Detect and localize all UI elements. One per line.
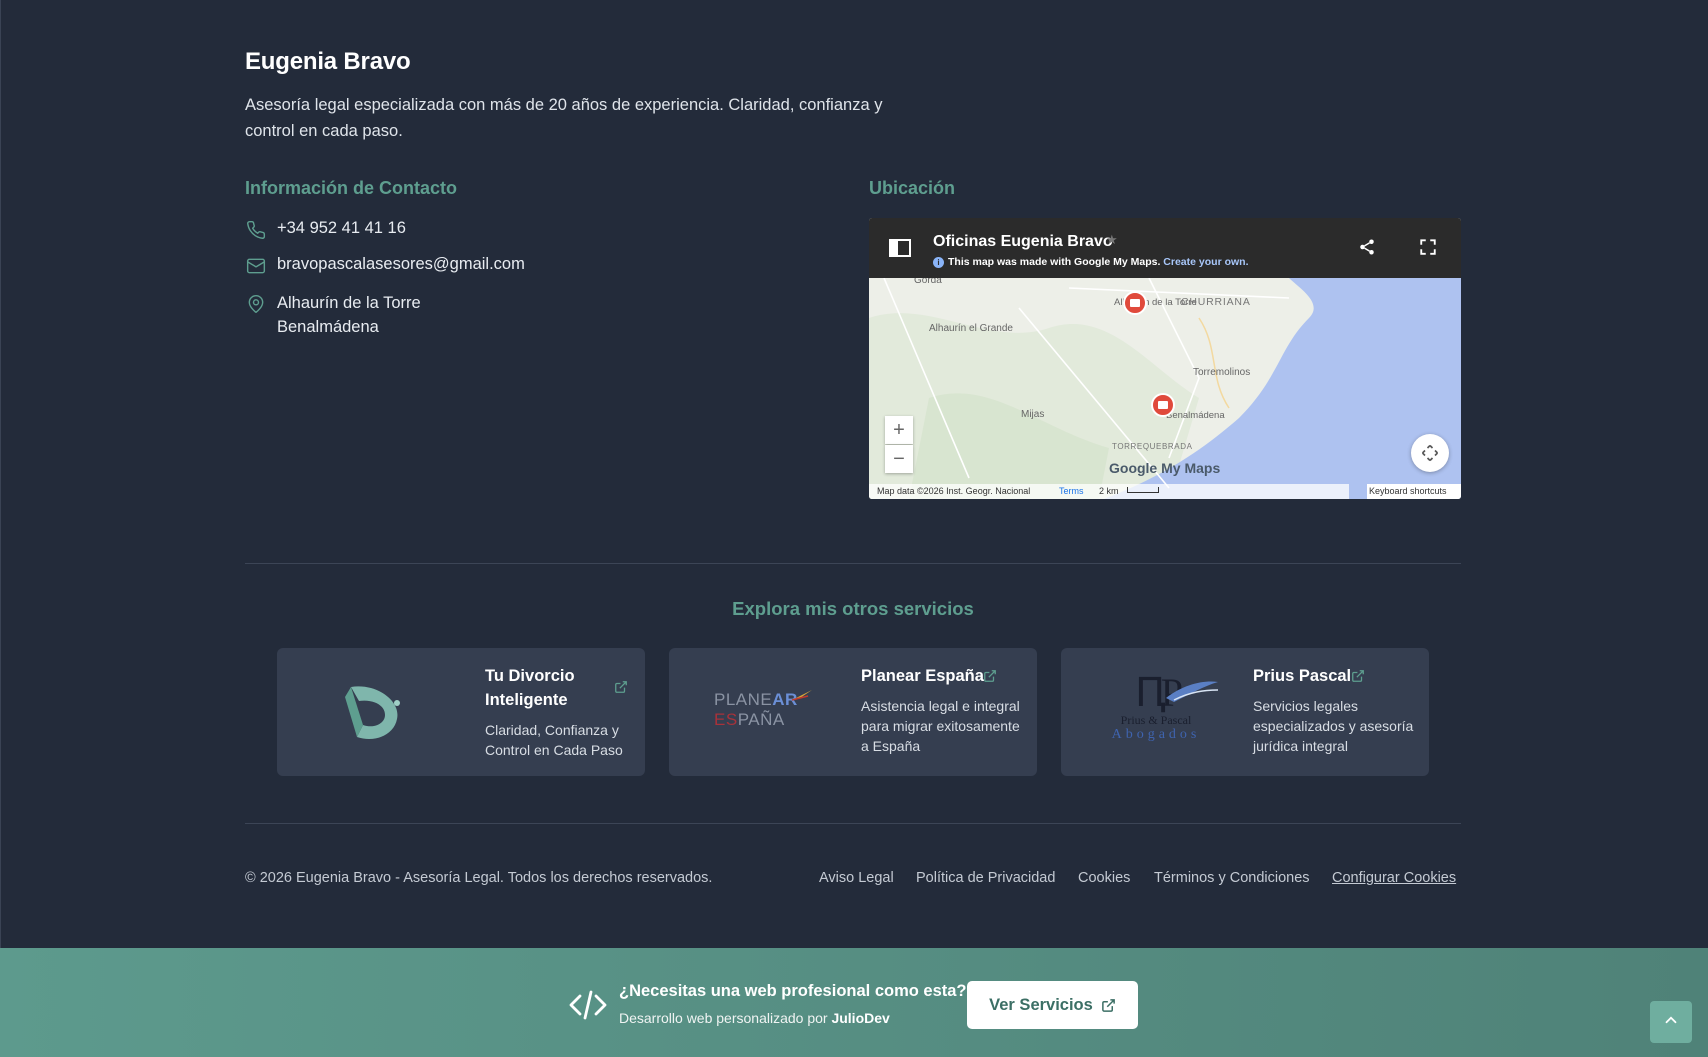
brand-tagline: Asesoría legal especializada con más de … [245, 96, 883, 140]
prius-logo-text: Prius & Pascal [1120, 713, 1192, 727]
tu-divorcio-logo [287, 658, 457, 766]
contact-locations: Alhaurín de la Torre Benalmádena [245, 291, 421, 339]
map-canvas[interactable]: Gorda Alhaurín el Grande Alhaurín de la … [869, 275, 1461, 499]
info-icon: i [933, 257, 944, 268]
office-marker-icon[interactable] [1123, 291, 1147, 315]
service-card-prius-pascal[interactable]: ԤP Prius & Pascal Abogados Prius Pascal … [1061, 648, 1429, 776]
map-label: CHURRIANA [1181, 296, 1251, 308]
service-card-planear-espana[interactable]: PLANEAR ESPAÑA Planear España Asistencia… [669, 648, 1037, 776]
service-title: Prius Pascal [1253, 667, 1352, 685]
google-my-maps-logo: Google My Maps [1109, 460, 1220, 476]
map-header: Oficinas Eugenia Bravo ★ i This map was m… [869, 218, 1461, 278]
zoom-out-button[interactable]: − [885, 445, 913, 473]
service-description: Asistencia legal e integral para migrar … [861, 698, 1020, 754]
service-title: Tu Divorcio Inteligente [485, 667, 575, 709]
zoom-in-button[interactable]: + [885, 416, 913, 444]
map-label: TORREQUEBRADA [1112, 442, 1193, 451]
promo-banner [0, 948, 1708, 1057]
contact-title: Información de Contacto [245, 178, 458, 198]
footer-divider [245, 823, 1461, 824]
map-terms-link[interactable]: Terms [1059, 486, 1084, 496]
map-notice: i This map was made with Google My Maps. … [933, 256, 1248, 268]
map-pin-icon [245, 293, 267, 315]
external-link-icon [614, 680, 628, 694]
promo-subtitle-text: Desarrollo web personalizado por [619, 1010, 828, 1026]
contact-email[interactable]: bravopascalasesores@gmail.com [245, 255, 525, 277]
map-label: Mijas [1021, 409, 1044, 420]
map-legend-toggle-icon[interactable] [889, 238, 911, 263]
ver-servicios-button[interactable]: Ver Servicios [967, 981, 1138, 1029]
service-description: Claridad, Confianza y Control en Cada Pa… [485, 722, 623, 758]
map-footer: Map data ©2026 Inst. Geogr. Nacional Ter… [869, 484, 1461, 499]
map-label: Gorda [914, 278, 942, 286]
map-title: Oficinas Eugenia Bravo [933, 233, 1113, 250]
email-address: bravopascalasesores@gmail.com [277, 255, 525, 273]
share-icon[interactable] [1358, 238, 1376, 261]
map-attribution: Map data ©2026 Inst. Geogr. Nacional [877, 486, 1031, 496]
fullscreen-icon[interactable] [1419, 238, 1437, 261]
footer-link-privacidad[interactable]: Política de Privacidad [916, 870, 1055, 886]
location-line: Alhaurín de la Torre [277, 294, 421, 312]
chevron-up-icon [1662, 1011, 1680, 1034]
map-label: Benalmádena [1166, 410, 1225, 421]
office-marker-icon[interactable] [1151, 393, 1175, 417]
footer-link-terminos[interactable]: Términos y Condiciones [1154, 870, 1310, 886]
create-map-link[interactable]: Create your own. [1163, 256, 1248, 268]
service-title: Planear España [861, 667, 984, 685]
footer-link-configurar-cookies[interactable]: Configurar Cookies [1332, 870, 1456, 886]
page-edge [0, 0, 1, 1057]
copyright-text: © 2026 Eugenia Bravo - Asesoría Legal. T… [245, 870, 713, 886]
contact-phone[interactable]: +34 952 41 41 16 [245, 219, 406, 241]
phone-icon [245, 219, 267, 241]
promo-question: ¿Necesitas una web profesional como esta… [619, 982, 967, 1000]
service-card-tu-divorcio[interactable]: Tu Divorcio Inteligente Claridad, Confia… [277, 648, 645, 776]
prius-pascal-logo: ԤP Prius & Pascal Abogados [1071, 658, 1241, 766]
star-icon[interactable]: ★ [1106, 232, 1118, 248]
location-line: Benalmádena [277, 318, 379, 336]
external-link-icon [1351, 669, 1365, 683]
prius-logo-subtext: Abogados [1111, 727, 1201, 742]
scroll-to-top-button[interactable] [1650, 1001, 1692, 1043]
section-divider [245, 563, 1461, 564]
promo-brand: JulioDev [831, 1010, 890, 1026]
cta-label: Ver Servicios [989, 995, 1093, 1014]
footer-link-cookies[interactable]: Cookies [1078, 870, 1130, 886]
code-icon [568, 988, 608, 1027]
brand-name: Eugenia Bravo [245, 48, 411, 75]
map-label: Torremolinos [1193, 367, 1250, 378]
phone-number: +34 952 41 41 16 [277, 219, 406, 237]
embedded-map[interactable]: Gorda Alhaurín el Grande Alhaurín de la … [869, 218, 1461, 499]
recenter-icon[interactable] [1411, 434, 1449, 472]
footer-link-aviso-legal[interactable]: Aviso Legal [819, 870, 894, 886]
map-label: Alhaurín el Grande [929, 323, 1013, 334]
location-title: Ubicación [869, 178, 956, 198]
service-description: Servicios legales especializados y aseso… [1253, 698, 1414, 754]
map-scale: 2 km [1099, 486, 1119, 496]
external-link-icon [983, 669, 997, 683]
promo-subtitle: Desarrollo web personalizado por JulioDe… [619, 1010, 890, 1026]
keyboard-shortcuts-link[interactable]: Keyboard shortcuts [1369, 486, 1447, 496]
mail-icon [245, 255, 267, 277]
external-link-icon [1101, 998, 1116, 1013]
planear-espana-logo: PLANEAR ESPAÑA [679, 658, 849, 766]
map-notice-text: This map was made with Google My Maps. [948, 256, 1161, 268]
services-title: Explora mis otros servicios [732, 598, 974, 619]
